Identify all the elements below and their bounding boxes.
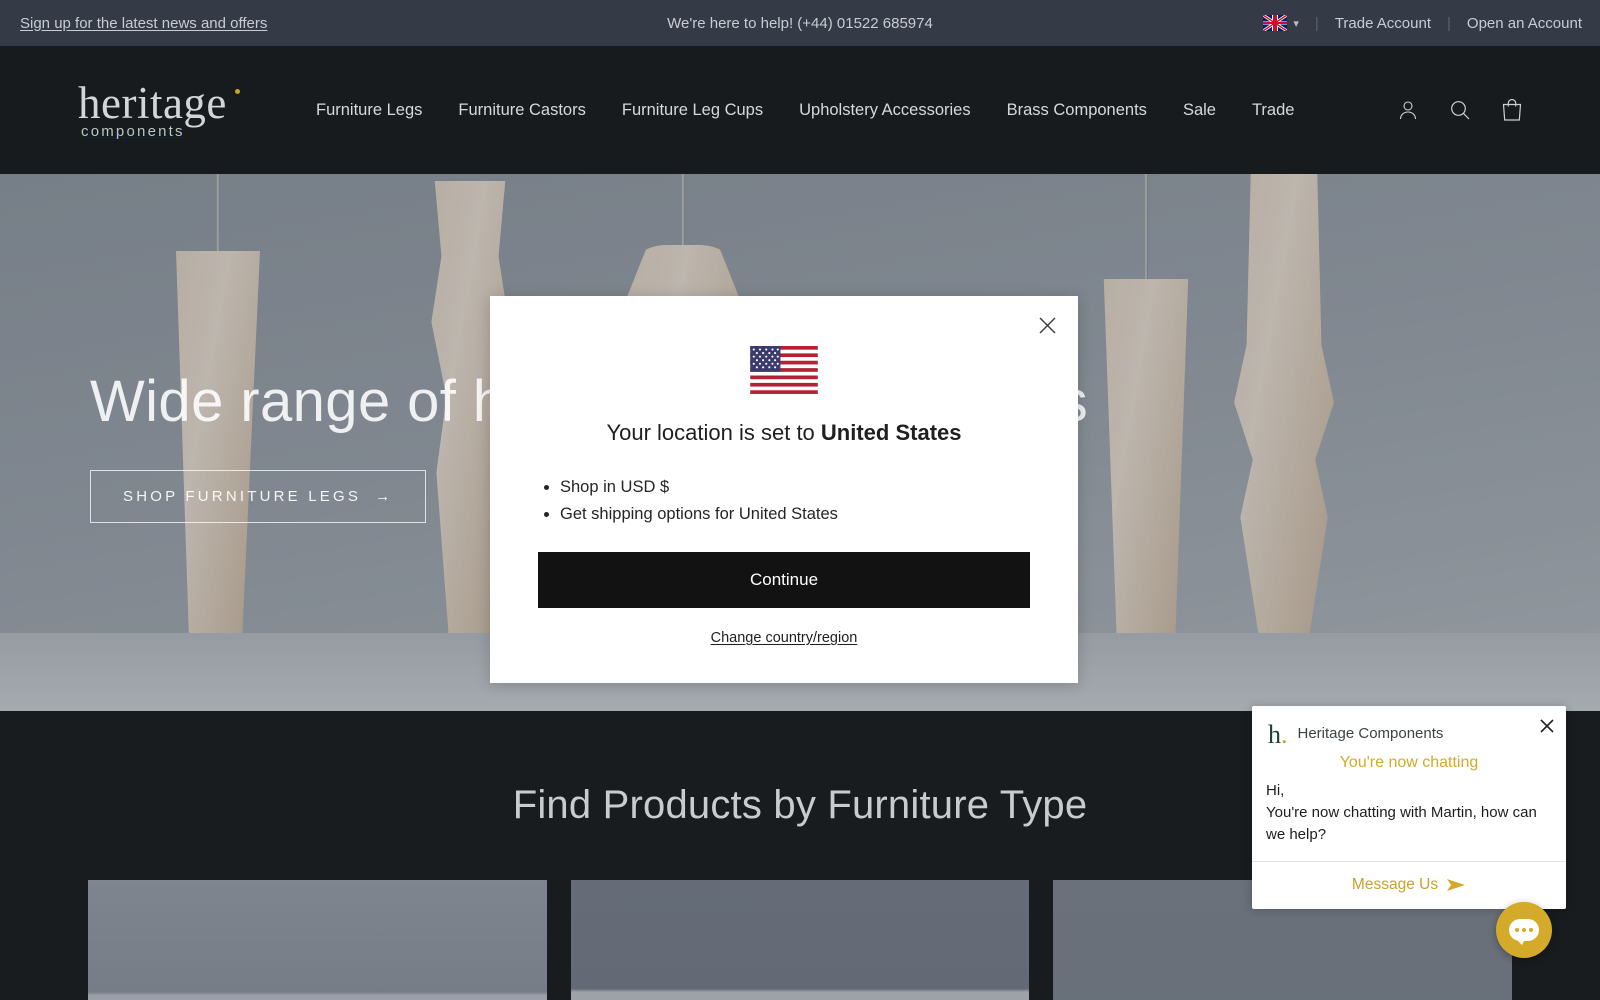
close-icon[interactable] [1032,310,1062,340]
message-us-label: Message Us [1351,876,1439,894]
nav-item-trade[interactable]: Trade [1252,101,1295,120]
chat-status: You're now chatting [1339,754,1479,771]
message-us-button[interactable]: Message Us [1352,876,1466,894]
change-country-region-link[interactable]: Change country/region [538,630,1030,646]
nav-item-furniture-castors[interactable]: Furniture Castors [458,101,585,120]
open-account-link[interactable]: Open an Account [1467,15,1582,32]
uk-flag-icon [1263,15,1288,31]
nav-item-furniture-leg-cups[interactable]: Furniture Leg Cups [622,101,763,120]
us-flag-icon [750,346,818,394]
chat-header: h. Heritage Components [1252,706,1566,752]
account-icon[interactable] [1396,98,1420,122]
chat-message-line1: Hi, [1266,782,1285,799]
chat-brand-logo: h. [1268,720,1288,749]
arrow-right-icon: → [375,487,394,505]
shop-furniture-legs-button[interactable]: SHOP FURNITURE LEGS → [90,469,427,523]
nav-item-upholstery-accessories[interactable]: Upholstery Accessories [799,101,971,120]
chat-bubble-icon[interactable] [1496,902,1552,958]
furniture-type-card[interactable] [570,880,1030,1000]
logo-accent-dot [235,89,240,94]
nav-item-furniture-legs[interactable]: Furniture Legs [316,101,422,120]
send-icon [1447,879,1466,892]
divider: | [1314,14,1319,32]
announcement-bar: Sign up for the latest news and offers W… [0,0,1600,46]
site-header: heritage components Furniture Legs Furni… [0,46,1600,174]
hero-cta-label: SHOP FURNITURE LEGS [123,487,362,505]
chat-widget: h. Heritage Components You're now chatti… [1252,706,1566,910]
close-icon[interactable] [1540,719,1554,735]
continue-button[interactable]: Continue [538,552,1030,608]
chat-message: Hi, You're now chatting with Martin, how… [1252,778,1566,861]
location-modal: Your location is set to United States Sh… [490,296,1078,683]
locale-selector[interactable]: ▾ [1263,15,1299,31]
nav-item-brass-components[interactable]: Brass Components [1007,101,1147,120]
list-item: Shop in USD $ [560,478,1030,497]
main-navigation: Furniture Legs Furniture Castors Furnitu… [316,101,1294,120]
list-item: Get shipping options for United States [560,505,1030,524]
modal-benefits-list: Shop in USD $ Get shipping options for U… [560,478,1030,524]
trade-account-link[interactable]: Trade Account [1335,15,1431,32]
modal-heading-country: United States [820,420,962,445]
divider: | [1447,14,1451,32]
chat-message-line2: You're now chatting with Martin, how can… [1266,803,1537,843]
header-icon-group [1396,97,1524,123]
announcement-right-group: ▾ | Trade Account | Open an Account [1263,15,1582,32]
logo-wordmark: heritage [78,78,227,128]
nav-item-sale[interactable]: Sale [1183,101,1216,120]
modal-heading-prefix: Your location is set to [606,420,821,445]
furniture-type-card[interactable] [88,880,547,1000]
search-icon[interactable] [1448,98,1472,122]
site-logo[interactable]: heritage components [78,81,248,139]
modal-heading: Your location is set to United States [538,420,1030,446]
chat-bubble-shape [1509,919,1539,945]
chat-title: Heritage Components [1297,724,1444,742]
chevron-down-icon: ▾ [1293,17,1299,30]
cart-icon[interactable] [1500,97,1524,123]
